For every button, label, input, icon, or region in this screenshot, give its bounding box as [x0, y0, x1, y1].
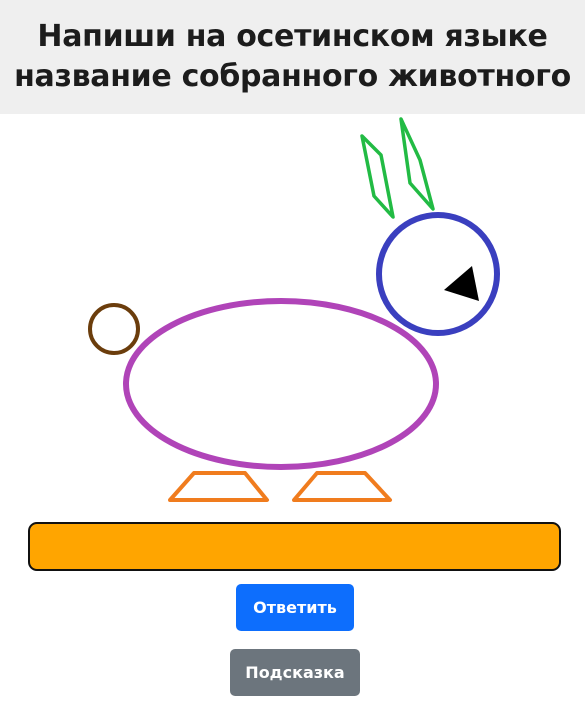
task-title: Напиши на осетинском языке название собр… — [14, 17, 571, 97]
answer-input[interactable] — [28, 522, 561, 571]
body-ellipse — [123, 298, 439, 470]
task-title-line-1: Напиши на осетинском языке — [37, 19, 548, 54]
hint-button[interactable]: Подсказка — [230, 649, 360, 696]
tail-circle — [88, 303, 140, 355]
foot-left — [168, 471, 269, 502]
task-title-line-2: название собранного животного — [14, 59, 571, 94]
answer-button[interactable]: Ответить — [236, 584, 354, 631]
head-circle — [376, 212, 500, 336]
foot-right — [292, 471, 392, 502]
ear-right — [399, 117, 435, 211]
header-banner: Напиши на осетинском языке название собр… — [0, 0, 585, 114]
assembled-animal-figure — [88, 117, 500, 502]
eye-triangle — [444, 266, 479, 301]
ear-left — [360, 134, 395, 219]
